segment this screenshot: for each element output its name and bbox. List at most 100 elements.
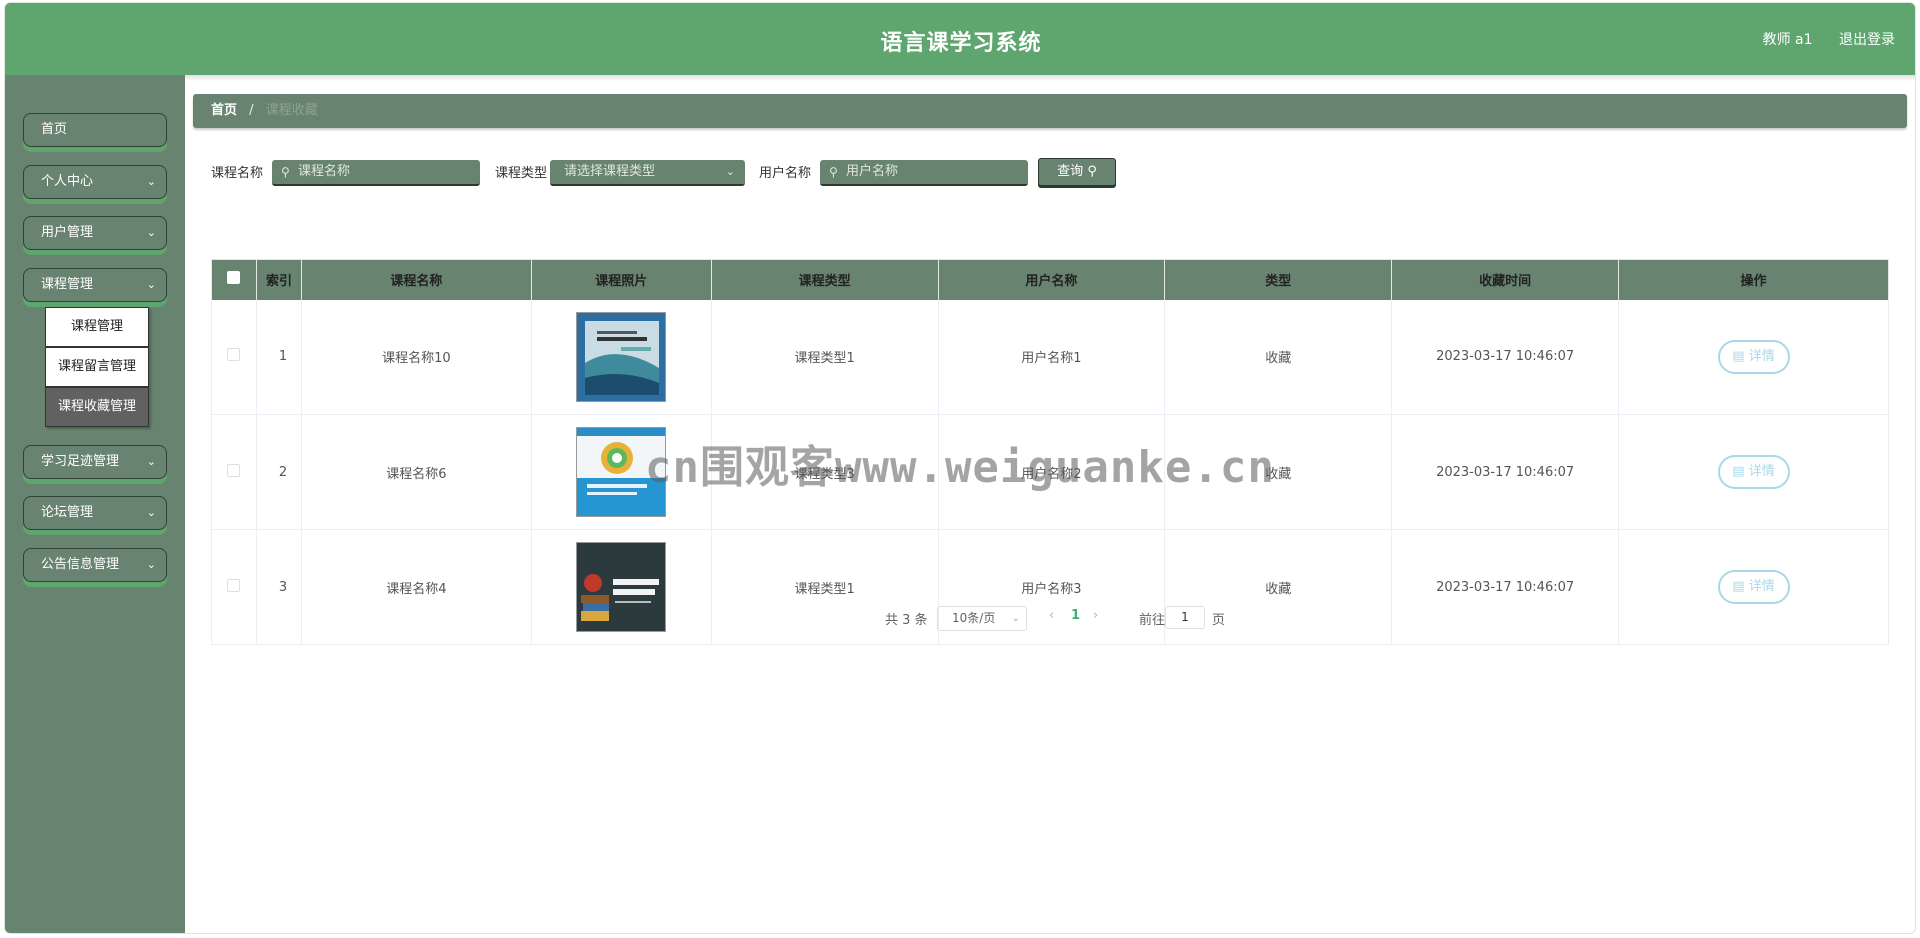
select-all-cell bbox=[211, 259, 257, 300]
row-course-type: 课程类型3 bbox=[710, 414, 939, 530]
row-select-cell bbox=[211, 529, 257, 645]
detail-button-label: 详情 bbox=[1748, 348, 1775, 364]
table-header-row: 索引 课程名称 课程照片 课程类型 用户名称 类型 收藏时间 操作 bbox=[211, 259, 1889, 300]
row-checkbox[interactable] bbox=[227, 348, 241, 362]
chevron-down-icon: ⌄ bbox=[146, 226, 156, 239]
breadcrumb: 首页 / 课程收藏 bbox=[193, 94, 1907, 128]
course-cover-image bbox=[576, 311, 667, 402]
document-icon: ▤ bbox=[1732, 464, 1745, 479]
detail-button[interactable]: ▤ 详情 bbox=[1717, 339, 1790, 374]
page-size-select[interactable]: 10条/页 ⌄ bbox=[937, 606, 1027, 631]
chevron-down-icon: ⌄ bbox=[146, 175, 156, 188]
app-window: 语言课学习系统 教师 a1 退出登录 首页 个人中心 ⌄ 用户管理 ⌄ 课程管理… bbox=[4, 2, 1916, 934]
sidebar-item-label: 学习足迹管理 bbox=[41, 454, 120, 469]
pagination: 共 3 条 10条/页 ⌄ ‹ 1 › 前往 1 页 bbox=[885, 605, 1405, 631]
sidebar-item-label: 个人中心 bbox=[41, 174, 94, 189]
sidebar-item-home[interactable]: 首页 bbox=[23, 113, 167, 147]
breadcrumb-separator: / bbox=[249, 103, 254, 118]
course-submenu: 课程管理 课程留言管理 课程收藏管理 bbox=[45, 307, 149, 427]
goto-page-input[interactable]: 1 bbox=[1165, 606, 1205, 629]
breadcrumb-current: 课程收藏 bbox=[265, 103, 318, 118]
query-button[interactable]: 查询 ⚲ bbox=[1038, 158, 1116, 186]
search-form: 课程名称 ⚲ 课程名称 课程类型 请选择课程类型 ⌄ 用户名称 ⚲ 用户名称 查… bbox=[211, 158, 1211, 188]
sidebar-item-label: 公告信息管理 bbox=[41, 557, 120, 572]
user-info: 教师 a1 退出登录 bbox=[1762, 29, 1915, 49]
row-index: 3 bbox=[255, 529, 302, 645]
row-favorite-time: 2023-03-17 10:46:07 bbox=[1391, 414, 1620, 530]
course-type-label: 课程类型 bbox=[495, 166, 548, 181]
search-icon: ⚲ bbox=[281, 165, 290, 179]
submenu-item-course-comments[interactable]: 课程留言管理 bbox=[45, 347, 149, 387]
sidebar-item-study-footprint[interactable]: 学习足迹管理 ⌄ bbox=[23, 445, 167, 479]
sidebar-item-announcements[interactable]: 公告信息管理 ⌄ bbox=[23, 548, 167, 582]
sidebar: 首页 个人中心 ⌄ 用户管理 ⌄ 课程管理 ⌄ 课程管理 课程留言管理 课程收藏… bbox=[5, 75, 185, 933]
course-name-label: 课程名称 bbox=[211, 166, 264, 181]
sidebar-item-personal-center[interactable]: 个人中心 ⌄ bbox=[23, 165, 167, 199]
column-header-index: 索引 bbox=[255, 259, 302, 300]
sidebar-item-label: 首页 bbox=[41, 122, 68, 137]
column-header-favorite-time: 收藏时间 bbox=[1391, 259, 1620, 300]
query-button-label: 查询 bbox=[1057, 164, 1084, 179]
course-name-input[interactable]: ⚲ 课程名称 bbox=[272, 160, 480, 186]
search-icon: ⚲ bbox=[829, 165, 838, 179]
favorites-table: 索引 课程名称 课程照片 课程类型 用户名称 类型 收藏时间 操作 1 课程名称… bbox=[211, 259, 1889, 645]
breadcrumb-home[interactable]: 首页 bbox=[211, 103, 237, 118]
column-header-course-type: 课程类型 bbox=[710, 259, 939, 300]
sidebar-item-label: 课程管理 bbox=[41, 277, 94, 292]
row-course-name: 课程名称10 bbox=[300, 299, 532, 415]
detail-button[interactable]: ▤ 详情 bbox=[1717, 455, 1790, 489]
course-cover-image bbox=[576, 427, 667, 517]
course-type-placeholder: 请选择课程类型 bbox=[564, 164, 656, 179]
current-user: 教师 a1 bbox=[1762, 32, 1813, 48]
submenu-item-course[interactable]: 课程管理 bbox=[45, 307, 149, 347]
column-header-user-name: 用户名称 bbox=[937, 259, 1166, 300]
row-course-photo-cell bbox=[530, 414, 712, 530]
table-row: 2 课程名称6 课程类型3 用户名称2 收藏 2023-03-17 10:46:… bbox=[211, 414, 1889, 530]
row-type: 收藏 bbox=[1164, 414, 1393, 530]
row-course-name: 课程名称6 bbox=[300, 414, 532, 530]
detail-button-label: 详情 bbox=[1748, 579, 1775, 594]
prev-page-button[interactable]: ‹ bbox=[1049, 608, 1054, 623]
chevron-down-icon: ⌄ bbox=[725, 165, 735, 178]
detail-button[interactable]: ▤ 详情 bbox=[1717, 570, 1790, 604]
sidebar-item-forum[interactable]: 论坛管理 ⌄ bbox=[23, 496, 167, 530]
row-course-type: 课程类型1 bbox=[710, 299, 939, 415]
page-number-current[interactable]: 1 bbox=[1071, 608, 1080, 623]
top-header: 语言课学习系统 教师 a1 退出登录 bbox=[5, 3, 1915, 75]
row-checkbox[interactable] bbox=[227, 578, 241, 592]
column-header-type: 类型 bbox=[1164, 259, 1393, 300]
row-select-cell bbox=[211, 299, 257, 415]
user-name-input[interactable]: ⚲ 用户名称 bbox=[820, 160, 1028, 186]
row-select-cell bbox=[211, 414, 257, 530]
chevron-down-icon: ⌄ bbox=[146, 278, 156, 291]
page-suffix-label: 页 bbox=[1212, 613, 1226, 628]
row-actions-cell: ▤ 详情 bbox=[1618, 529, 1889, 645]
main-content: 首页 / 课程收藏 课程名称 ⚲ 课程名称 课程类型 请选择课程类型 ⌄ 用户名… bbox=[185, 75, 1915, 933]
course-name-placeholder: 课程名称 bbox=[298, 164, 351, 179]
submenu-item-course-favorites[interactable]: 课程收藏管理 bbox=[45, 387, 149, 427]
sidebar-item-label: 用户管理 bbox=[41, 225, 94, 240]
page-size-value: 10条/页 bbox=[952, 611, 996, 625]
row-checkbox[interactable] bbox=[227, 463, 241, 477]
chevron-down-icon: ⌄ bbox=[146, 506, 156, 519]
row-favorite-time: 2023-03-17 10:46:07 bbox=[1391, 299, 1620, 415]
row-course-name: 课程名称4 bbox=[300, 529, 532, 645]
row-actions-cell: ▤ 详情 bbox=[1618, 414, 1889, 530]
next-page-button[interactable]: › bbox=[1093, 608, 1098, 623]
column-header-course-name: 课程名称 bbox=[300, 259, 532, 300]
goto-label: 前往 bbox=[1139, 613, 1166, 628]
row-user-name: 用户名称2 bbox=[937, 414, 1166, 530]
chevron-down-icon: ⌄ bbox=[146, 455, 156, 468]
row-user-name: 用户名称1 bbox=[937, 299, 1166, 415]
sidebar-item-course-management[interactable]: 课程管理 ⌄ bbox=[23, 268, 167, 302]
search-icon: ⚲ bbox=[1087, 164, 1097, 179]
row-favorite-time: 2023-03-17 10:46:07 bbox=[1391, 529, 1620, 645]
pagination-total: 共 3 条 bbox=[885, 613, 928, 628]
detail-button-label: 详情 bbox=[1748, 464, 1775, 479]
select-all-checkbox[interactable] bbox=[227, 271, 241, 285]
logout-link[interactable]: 退出登录 bbox=[1839, 32, 1895, 48]
document-icon: ▤ bbox=[1732, 348, 1745, 364]
course-type-select[interactable]: 请选择课程类型 ⌄ bbox=[550, 160, 745, 186]
user-name-label: 用户名称 bbox=[759, 166, 812, 181]
sidebar-item-user-management[interactable]: 用户管理 ⌄ bbox=[23, 216, 167, 250]
